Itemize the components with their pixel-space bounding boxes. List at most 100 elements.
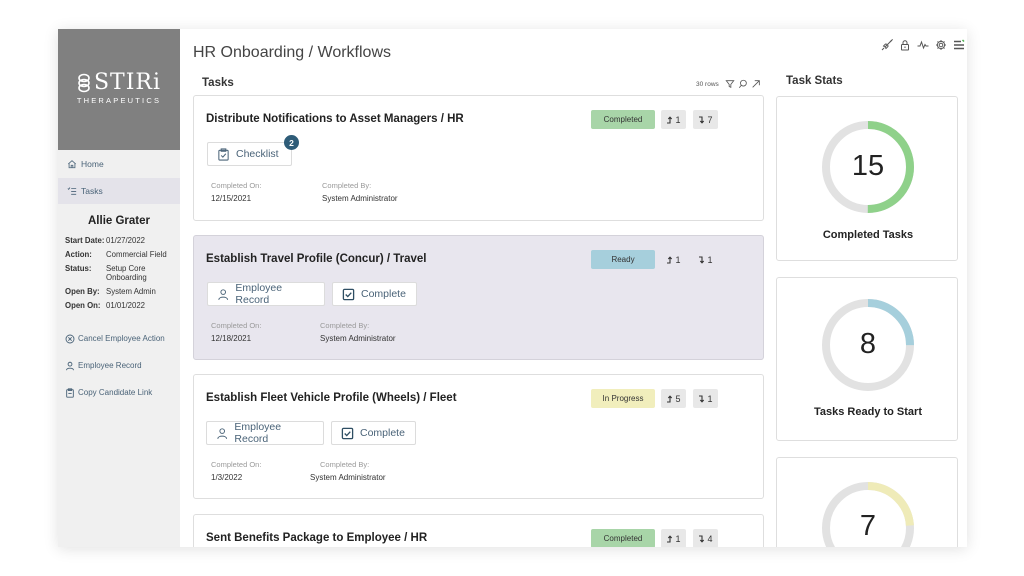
checkbox-icon: [341, 427, 354, 439]
task-card[interactable]: Establish Travel Profile (Concur) / Trav…: [193, 235, 764, 360]
completed-by: Completed By: System Administrator: [310, 460, 386, 482]
meta-label: Completed By:: [322, 181, 372, 190]
arrow-up-icon: [667, 255, 673, 264]
clipboard-icon: [66, 387, 74, 398]
sidebar-item-home[interactable]: Home: [58, 151, 180, 177]
info-value: 01/27/2022: [106, 236, 146, 245]
predecessor-count[interactable]: 5: [661, 389, 686, 408]
sidebar-item-tasks[interactable]: Tasks: [58, 178, 180, 204]
tasks-icon: [67, 187, 77, 195]
employee-record-button[interactable]: Employee Record: [206, 421, 324, 445]
arrow-up-icon: [667, 534, 673, 543]
employee-record-button[interactable]: Employee Record: [207, 282, 325, 306]
status-badge: Ready: [591, 250, 655, 269]
button-label: Complete: [361, 288, 406, 300]
employee-info: Start Date: 01/27/2022 Action: Commercial …: [58, 236, 180, 310]
meta-label: Completed On:: [211, 321, 262, 330]
brand-subtitle: THERAPEUTICS: [76, 96, 162, 105]
arrow-down-icon: [699, 534, 705, 543]
tasks-tools: 30 rows: [696, 79, 761, 89]
completed-on: Completed On: 1/3/2022: [211, 460, 261, 482]
row-count: 30 rows: [696, 80, 719, 88]
logo-mark-icon: [78, 73, 90, 92]
employee-record-link[interactable]: Employee Record: [58, 359, 180, 372]
meta-value: 12/18/2021: [211, 334, 252, 343]
task-card[interactable]: Distribute Notifications to Asset Manage…: [193, 95, 764, 221]
stat-value: 15: [851, 150, 885, 182]
brand-name: STIRi: [93, 70, 162, 95]
page-title: HR Onboarding / Workflows: [193, 44, 391, 61]
info-value: Setup Core Onboarding: [106, 264, 147, 282]
complete-button[interactable]: Complete: [332, 282, 417, 306]
rocket-icon[interactable]: [881, 39, 893, 51]
info-row-action: Action: Commercial Field: [65, 250, 180, 259]
sidebar: STIRi THERAPEUTICS Home Tasks Allie Grat…: [58, 29, 180, 547]
copy-candidate-link[interactable]: Copy Candidate Link: [58, 386, 180, 399]
lock-icon[interactable]: [899, 39, 911, 51]
action-label: Employee Record: [78, 361, 142, 370]
checklist-button[interactable]: Checklist 2: [207, 135, 299, 166]
info-key: Start Date:: [65, 236, 105, 245]
info-key: Status:: [65, 264, 92, 273]
successor-count[interactable]: 7: [693, 110, 718, 129]
task-card[interactable]: Sent Benefits Package to Employee / HR C…: [193, 514, 764, 547]
predecessor-count[interactable]: 1: [661, 250, 686, 269]
count-value: 4: [707, 533, 713, 544]
complete-button[interactable]: Complete: [331, 421, 416, 445]
filter-icon[interactable]: [725, 79, 735, 89]
brand-logo[interactable]: STIRi THERAPEUTICS: [58, 29, 180, 150]
meta-value: 1/3/2022: [211, 473, 243, 482]
cancel-circle-icon: [65, 334, 75, 343]
arrow-down-icon: [699, 394, 705, 403]
user-icon: [66, 361, 74, 370]
meta-value: System Administrator: [320, 334, 396, 343]
task-card[interactable]: Establish Fleet Vehicle Profile (Wheels)…: [193, 374, 764, 499]
meta-label: Completed By:: [320, 460, 370, 469]
sidebar-item-label: Home: [81, 159, 104, 169]
status-badge: Completed: [591, 110, 655, 129]
info-value: Commercial Field: [106, 250, 167, 259]
completed-by: Completed By: System Administrator: [322, 181, 398, 203]
checklist-icon: [218, 147, 229, 161]
menu-icon[interactable]: [953, 39, 965, 51]
arrow-down-icon: [699, 255, 705, 264]
button-label: Employee Record: [235, 282, 283, 306]
app-window: STIRi THERAPEUTICS Home Tasks Allie Grat…: [58, 29, 967, 547]
expand-icon[interactable]: [751, 79, 761, 89]
cancel-employee-action-link[interactable]: Cancel Employee Action: [58, 332, 180, 345]
search-icon[interactable]: [738, 79, 748, 89]
button-label: Complete: [360, 427, 405, 439]
checkbox-icon: [342, 288, 355, 300]
gear-icon[interactable]: [935, 39, 947, 51]
task-title: Establish Travel Profile (Concur) / Trav…: [206, 253, 427, 265]
action-label: Copy Candidate Link: [78, 388, 153, 397]
arrow-down-icon: [699, 115, 705, 124]
meta-value: System Administrator: [310, 473, 386, 482]
count-value: 1: [675, 533, 681, 544]
info-value: System Admin: [106, 287, 156, 296]
count-value: 1: [707, 393, 713, 404]
count-value: 1: [675, 254, 681, 265]
activity-icon[interactable]: [917, 39, 929, 51]
successor-count[interactable]: 1: [693, 250, 718, 269]
checklist-count-badge: 2: [284, 135, 299, 150]
completed-on: Completed On: 12/18/2021: [211, 321, 261, 343]
predecessor-count[interactable]: 1: [661, 110, 686, 129]
successor-count[interactable]: 1: [693, 389, 718, 408]
meta-value: 12/15/2021: [211, 194, 252, 203]
stat-value: 8: [859, 328, 877, 360]
task-title: Sent Benefits Package to Employee / HR: [206, 532, 428, 544]
status-badge: In Progress: [591, 389, 655, 408]
info-value: 01/01/2022: [106, 301, 146, 310]
button-label: Checklist: [236, 148, 279, 160]
arrow-up-icon: [667, 115, 673, 124]
status-badge: Completed: [591, 529, 655, 547]
top-toolbar: [881, 39, 965, 51]
task-title: Distribute Notifications to Asset Manage…: [206, 113, 464, 125]
predecessor-count[interactable]: 1: [661, 529, 686, 547]
stat-label: Completed Tasks: [822, 229, 914, 241]
meta-label: Completed On:: [211, 460, 262, 469]
successor-count[interactable]: 4: [693, 529, 718, 547]
stat-card-ready: 8 Tasks Ready to Start: [776, 277, 958, 441]
count-value: 1: [707, 254, 713, 265]
